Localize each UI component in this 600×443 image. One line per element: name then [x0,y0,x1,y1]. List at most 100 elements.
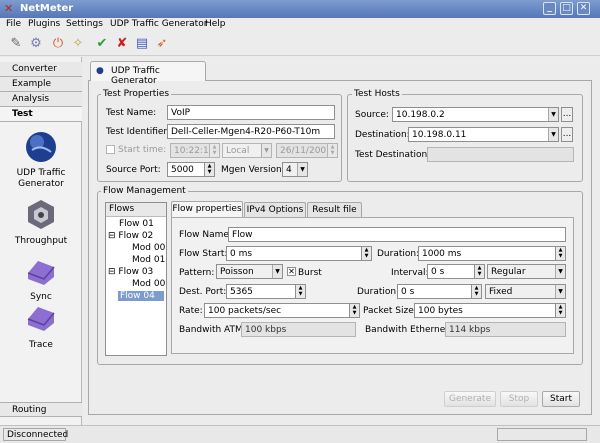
sidebar-tab-test[interactable]: Test [0,107,82,122]
source-select[interactable]: 10.198.0.2 ▼ [392,107,559,122]
duration2-mode-select[interactable]: Fixed ▼ [485,284,566,299]
menu-bar: File Plugins Settings UDP Traffic Genera… [0,18,600,32]
tree-node-flow-02[interactable]: ⊟ Flow 02 [108,231,153,241]
pattern-value: Poisson [220,267,254,277]
tab-flow-properties[interactable]: Flow properties [171,201,243,218]
rate-input[interactable]: 100 packets/sec [204,303,350,318]
flow-start-spinner[interactable]: ▲ ▼ [362,246,372,261]
interval-spinner[interactable]: ▲ ▼ [475,264,485,279]
test-name-label: Test Name: [106,108,157,118]
close-button[interactable]: ✕ [577,2,590,15]
sidebar-tab-converter[interactable]: Converter [0,62,82,77]
flow-name-input[interactable]: Flow [228,227,566,242]
start-time-checkbox[interactable] [106,145,115,154]
mgen-version-select[interactable]: 4 ▼ [282,162,308,177]
interval-input[interactable]: 0 s [427,264,475,279]
menu-file[interactable]: File [6,19,21,29]
dest-port-input[interactable]: 5365 [226,284,296,299]
status-progress [497,428,587,441]
tab-udp-traffic-generator[interactable]: ● UDP Traffic Generator [90,61,206,86]
gear-icon[interactable]: ⚙ [28,36,44,52]
start-time-input[interactable]: 10:22:10 [170,143,210,158]
chevron-down-icon: ▼ [555,285,565,298]
sidebar-tab-analysis[interactable]: Analysis [0,92,82,107]
bandwidth-atm-label: Bandwith ATM: [179,325,246,335]
source-port-input[interactable]: 5000 [167,162,205,177]
tree-node-label: Flow 02 [118,231,154,241]
tree-node-label: Mod 00 [132,279,166,289]
stop-button[interactable]: Stop [500,391,538,407]
interval-mode-value: Regular [491,267,526,277]
flows-tree[interactable]: Flows Flow 01 ⊟ Flow 02 Mod 00 Mod 01 ⊟ … [105,202,167,356]
tree-node-flow-04[interactable]: Flow 04 [118,291,164,301]
tree-node-mod-00[interactable]: Mod 00 [132,243,165,253]
tab-label: UDP Traffic Generator [111,66,160,86]
timezone-select[interactable]: Local ▼ [222,143,272,158]
start-time-spinner[interactable]: ▲ ▼ [210,143,220,158]
test-identifier-input[interactable]: Dell-Celler-Mgen4-R20-P60-T10m [167,124,335,139]
source-browse-button[interactable]: ... [561,107,573,122]
destination-select[interactable]: 10.198.0.11 ▼ [408,127,559,142]
bandwidth-atm-value: 100 kbps [241,322,356,337]
start-button[interactable]: Start [542,391,580,407]
interval-mode-select[interactable]: Regular ▼ [487,264,566,279]
sidebar-item-trace[interactable]: Trace [0,303,82,350]
sidebar-tab-example[interactable]: Example [0,77,82,92]
source-port-label: Source Port: [106,165,161,175]
sidebar: Converter Example Analysis Test UDP Traf… [0,57,82,425]
destination-browse-button[interactable]: ... [561,127,573,142]
source-port-spinner[interactable]: ▲ ▼ [205,162,215,177]
burst-checkbox[interactable]: ✕ [287,267,296,276]
generate-button[interactable]: Generate [444,391,496,407]
window-title: NetMeter [20,3,74,14]
pin-icon[interactable]: ✎ [8,36,24,52]
collapse-icon[interactable]: ⊟ [108,267,116,277]
rate-spinner[interactable]: ▲ ▼ [350,303,360,318]
tree-node-mod-00[interactable]: Mod 00 [132,279,165,289]
rocket-icon[interactable]: ➶ [154,36,170,52]
sidebar-item-label: UDP Traffic Generator [16,168,66,189]
check-icon[interactable]: ✔ [94,36,110,52]
duration2-spinner[interactable]: ▲ ▼ [472,284,482,299]
sidebar-tab-routing[interactable]: Routing [0,402,82,417]
maximize-button[interactable]: □ [560,2,573,15]
test-destination-input[interactable] [427,147,574,162]
menu-settings[interactable]: Settings [66,19,103,29]
burst-label: Burst [298,268,322,278]
collapse-icon[interactable]: ⊟ [108,231,116,241]
database-icon[interactable]: ▤ [134,36,150,52]
packet-size-input[interactable]: 100 bytes [414,303,556,318]
flow-start-input[interactable]: 0 ms [226,246,362,261]
tree-node-flow-01[interactable]: Flow 01 [119,219,154,229]
dest-port-spinner[interactable]: ▲ ▼ [296,284,306,299]
tree-node-flow-03[interactable]: ⊟ Flow 03 [108,267,153,277]
tree-node-label: Flow 03 [118,267,154,277]
packet-size-spinner[interactable]: ▲ ▼ [556,303,566,318]
menu-plugins[interactable]: Plugins [28,19,60,29]
tab-ipv4-options[interactable]: IPv4 Options [244,202,306,217]
sidebar-item-throughput[interactable]: Throughput [0,197,82,246]
pattern-select[interactable]: Poisson ▼ [216,264,283,279]
delete-icon[interactable]: ✘ [114,36,130,52]
globe-icon: ● [96,66,104,76]
start-date-input[interactable]: 26/11/2007 [276,143,328,158]
test-destination-label: Test Destination: [355,150,431,160]
test-name-input[interactable]: VoIP [167,105,335,120]
menu-help[interactable]: Help [205,19,226,29]
tab-result-file[interactable]: Result file [307,202,362,217]
status-bar: Disconnected [0,425,600,443]
menu-udp-traffic-generator[interactable]: UDP Traffic Generator [110,19,207,29]
start-date-spinner[interactable]: ▲ ▼ [328,143,338,158]
duration2-input[interactable]: 0 s [397,284,472,299]
flows-tree-header: Flows [106,203,166,217]
duration-spinner[interactable]: ▲ ▼ [556,246,566,261]
chevron-down-icon: ▼ [272,265,282,278]
wand-icon[interactable]: ✧ [70,36,86,52]
source-value: 10.198.0.2 [396,110,445,120]
sidebar-item-udp-traffic-generator[interactable]: UDP Traffic Generator [0,130,82,190]
stop-icon[interactable]: ⏻ [50,36,66,52]
tree-node-mod-01[interactable]: Mod 01 [132,255,165,265]
minimize-button[interactable]: _ [543,2,556,15]
sidebar-item-sync[interactable]: Sync [0,257,82,302]
duration-input[interactable]: 1000 ms [418,246,556,261]
